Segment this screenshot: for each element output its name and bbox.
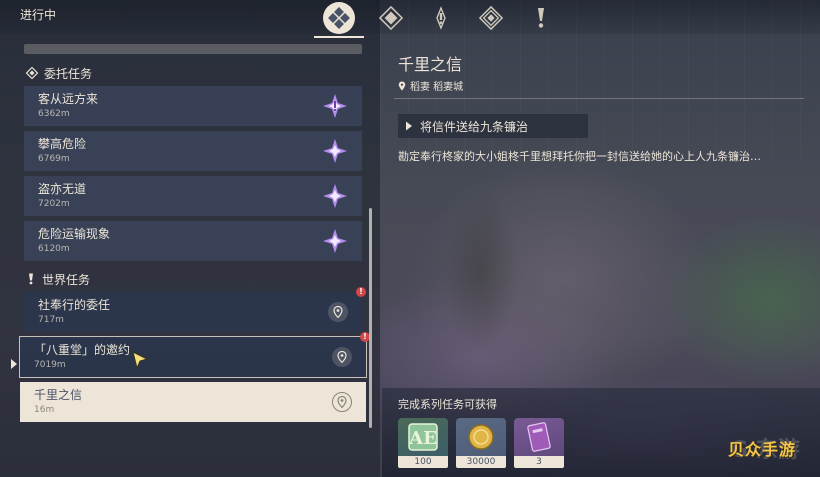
quest-distance: 7202m [38,199,70,209]
quest-name: 千里之信 [34,388,83,402]
quest-name: 攀高危险 [38,137,87,151]
section-world-header: 世界任务 [26,270,90,288]
quest-distance: 6362m [38,109,70,119]
quest-card-commission-2[interactable]: 攀高危险 6769m [24,131,362,171]
archon-quest-icon [479,5,503,31]
reward-item-heros-wit[interactable]: 3 [514,418,564,468]
svg-text:AE: AE [408,428,437,449]
quest-name: 客从远方来 [38,92,99,106]
quest-list: 委托任务 客从远方来 6362m 攀高危险 6769m 盗亦无道 7202m 危… [0,40,380,477]
section-commission-header: 委托任务 [26,64,92,82]
commission-star-icon [322,183,348,209]
chevron-right-icon [398,121,420,131]
reward-item-mora[interactable]: 30000 [456,418,506,468]
reward-quantity: 3 [514,456,564,468]
commission-star-icon [322,93,348,119]
quest-card-commission-4[interactable]: 危险运输现象 6120m [24,221,362,261]
reward-quantity: 100 [398,456,448,468]
section-world-label: 世界任务 [42,272,91,287]
section-commission-label: 委托任务 [44,66,93,81]
tab-archon-quest[interactable] [466,0,516,36]
commission-diamond-icon [379,5,403,31]
quest-name: 「八重堂」的邀约 [34,343,131,357]
quest-location-text: 稻妻 稻妻城 [410,82,464,93]
quest-name: 社奉行的委任 [38,298,111,312]
new-alert-badge: ! [356,287,366,297]
quest-name: 盗亦无道 [38,182,87,196]
location-pin-icon[interactable] [332,392,352,412]
tab-commission[interactable] [366,0,416,36]
location-pin-icon[interactable] [328,302,348,322]
quest-current-step: 将信件送给九条镰治 [398,114,588,138]
quest-name: 危险运输现象 [38,227,111,241]
heros-wit-book-icon [514,418,564,456]
list-scrollbar[interactable] [369,208,372,428]
commission-star-icon [322,228,348,254]
quest-location: 稻妻 稻妻城 [398,78,463,93]
quest-tab-bar [312,0,566,40]
commission-star-icon [322,138,348,164]
location-marker-icon [398,81,406,90]
watermark: 贝众手游 [728,440,797,459]
list-top-edge [24,44,362,54]
quest-detail-panel: 千里之信 稻妻 稻妻城 将信件送给九条镰治 勘定奉行柊家的大小姐柊千里想拜托你把… [382,40,820,477]
reward-title: 完成系列任务可获得 [398,398,497,411]
tab-all-quests[interactable] [312,0,366,38]
exclamation-icon [529,6,553,30]
reward-list: AE 100 30000 3 [398,418,564,468]
reward-item-adventure-exp[interactable]: AE 100 [398,418,448,468]
quest-detail-title: 千里之信 [398,55,463,74]
world-section-icon [29,273,33,285]
cursor-pointer-icon [130,350,150,370]
adventure-exp-icon: AE [398,418,448,456]
tab-world-quest[interactable] [416,0,466,36]
quest-description: 勘定奉行柊家的大小姐柊千里想拜托你把一封信送给她的心上人九条镰治… [398,150,761,163]
quest-card-world-1[interactable]: 社奉行的委任 717m ! [24,287,366,332]
quest-all-icon [323,2,355,34]
location-pin-icon[interactable] [332,347,352,367]
quest-card-commission-3[interactable]: 盗亦无道 7202m [24,176,362,216]
page-title: 进行中 [20,8,57,22]
commission-section-icon [26,67,38,79]
detail-divider [394,98,804,99]
quest-distance: 717m [38,315,64,325]
quest-distance: 6120m [38,244,70,254]
tab-event-quest[interactable] [516,0,566,36]
quest-card-world-2[interactable]: 「八重堂」的邀约 7019m ! [19,332,370,378]
world-quest-icon [429,6,453,30]
quest-distance: 6769m [38,154,70,164]
quest-step-text: 将信件送给九条镰治 [420,119,529,134]
quest-card-world-3-selected[interactable]: 千里之信 16m [20,382,366,422]
quest-distance: 7019m [34,360,66,370]
mora-coin-icon [456,418,506,456]
quest-distance: 16m [34,405,55,415]
selected-indicator-arrow [11,359,17,369]
quest-card-commission-1[interactable]: 客从远方来 6362m [24,86,362,126]
reward-quantity: 30000 [456,456,506,468]
